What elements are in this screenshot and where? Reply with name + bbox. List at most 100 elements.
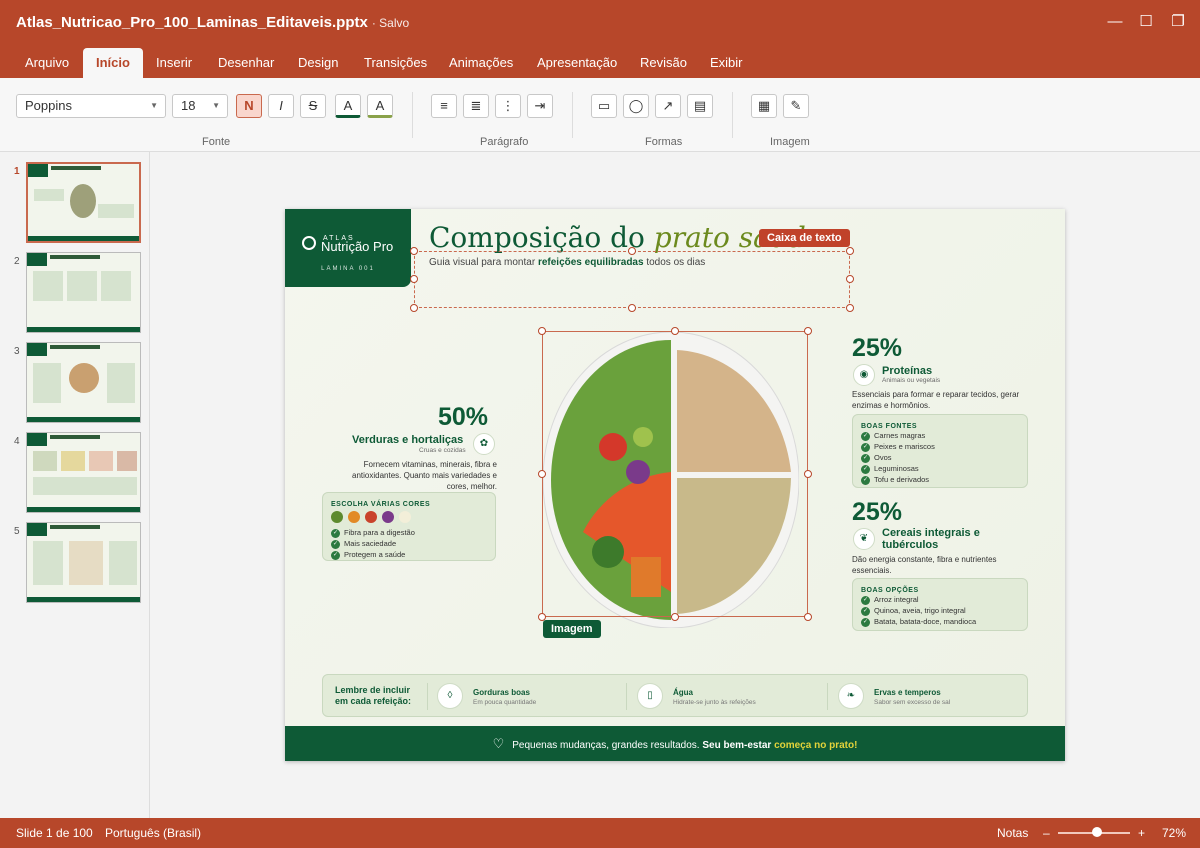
zoom-out-button[interactable]: –: [1043, 826, 1050, 840]
strikethrough-button[interactable]: S: [300, 94, 326, 118]
zoom-level[interactable]: 72%: [1162, 826, 1186, 840]
tip-title: Ervas e temperos: [874, 688, 941, 697]
brush-icon[interactable]: ✎: [783, 94, 809, 118]
check-icon: ✓: [861, 464, 870, 474]
list-item: ✓ Ovos: [861, 453, 892, 463]
carb-card: BOAS OPÇÕES ✓ Arroz integral ✓ Quinoa, ave…: [852, 578, 1028, 631]
resize-handle[interactable]: [628, 304, 636, 312]
heart-icon: ♡: [492, 736, 505, 751]
list-item: ✓ Arroz integral: [861, 595, 919, 605]
list-item: ✓ Tofu e derivados: [861, 475, 930, 485]
resize-handle[interactable]: [846, 304, 854, 312]
veg-card-title: ESCOLHA VÁRIAS CORES: [331, 501, 431, 508]
resize-handle[interactable]: [804, 327, 812, 335]
font-size-select[interactable]: 18 ▼: [172, 94, 228, 118]
resize-handle[interactable]: [804, 470, 812, 478]
divider: [427, 683, 428, 710]
carb-desc: Dão energia constante, fibra e nutriente…: [852, 555, 997, 575]
list-item: ✓ Protegem a saúde: [331, 550, 406, 560]
check-icon: ✓: [331, 539, 340, 549]
tab-apresentacao[interactable]: Apresentação: [524, 48, 630, 78]
resize-handle[interactable]: [628, 247, 636, 255]
check-icon: ✓: [331, 528, 340, 538]
brand-logo: ATLAS Nutrição Pro LÂMINA 001: [285, 209, 411, 287]
slide-footer: ♡ Pequenas mudanças, grandes resultados. …: [285, 726, 1065, 761]
title-bar: Atlas_Nutricao_Pro_100_Laminas_Editaveis…: [0, 0, 1200, 46]
slide-title[interactable]: Composição do prato saud: [429, 221, 806, 254]
more-options-icon[interactable]: ⋮: [495, 94, 521, 118]
image-icon[interactable]: ▦: [751, 94, 777, 118]
maximize-button[interactable]: ☐: [1135, 11, 1157, 33]
circle-icon[interactable]: ◯: [623, 94, 649, 118]
tab-exibir[interactable]: Exibir: [697, 48, 756, 78]
textbox-selection[interactable]: [414, 251, 850, 308]
slide-thumbnail-2[interactable]: [26, 252, 141, 333]
ribbon-divider: [412, 92, 413, 138]
list-item: ✓ Leguminosas: [861, 464, 919, 474]
italic-button[interactable]: I: [268, 94, 294, 118]
group-label-imagem: Imagem: [770, 136, 810, 148]
resize-handle[interactable]: [846, 275, 854, 283]
slide-thumbnail-3[interactable]: [26, 342, 141, 423]
slide-thumbnail-5[interactable]: [26, 522, 141, 603]
bullets-icon[interactable]: ≡: [431, 94, 457, 118]
zoom-slider-handle[interactable]: [1092, 827, 1102, 837]
tab-revisao[interactable]: Revisão: [627, 48, 700, 78]
ribbon-tabs: Arquivo Início Inserir Desenhar Design T…: [0, 46, 1200, 78]
list-item: ✓ Peixes e mariscos: [861, 442, 935, 452]
slide[interactable]: ATLAS Nutrição Pro LÂMINA 001 Composição…: [285, 209, 1065, 761]
check-icon: ✓: [861, 475, 870, 485]
font-color-button[interactable]: A: [335, 94, 361, 118]
thumb-number: 1: [14, 166, 20, 177]
resize-handle[interactable]: [410, 275, 418, 283]
color-dot: [399, 511, 411, 523]
rectangle-icon[interactable]: ▭: [591, 94, 617, 118]
notes-button[interactable]: Notas: [997, 826, 1028, 840]
veg-card: ESCOLHA VÁRIAS CORES ✓ Fibra para a diges…: [322, 492, 496, 561]
carb-title: Cereais integrais e tubérculos: [882, 527, 980, 551]
zoom-in-button[interactable]: +: [1138, 826, 1145, 840]
bold-button[interactable]: N: [236, 94, 262, 118]
indent-icon[interactable]: ⇥: [527, 94, 553, 118]
list-item: ✓ Mais saciedade: [331, 539, 397, 549]
frame-icon[interactable]: ▤: [687, 94, 713, 118]
tab-arquivo[interactable]: Arquivo: [12, 48, 82, 78]
chevron-down-icon: ▼: [150, 101, 158, 110]
highlight-button[interactable]: A: [367, 94, 393, 118]
tab-transicoes[interactable]: Transições: [351, 48, 440, 78]
leaf-icon: [302, 236, 316, 250]
font-family-select[interactable]: Poppins ▼: [16, 94, 166, 118]
list-item: ✓ Batata, batata-doce, mandioca: [861, 617, 977, 627]
resize-handle[interactable]: [538, 470, 546, 478]
tab-desenhar[interactable]: Desenhar: [205, 48, 287, 78]
resize-handle[interactable]: [804, 613, 812, 621]
protein-card-title: BOAS FONTES: [861, 423, 918, 430]
veg-percent: 50%: [438, 403, 489, 431]
slide-thumbnail-1[interactable]: [26, 162, 141, 243]
tab-animacoes[interactable]: Animações: [436, 48, 526, 78]
minimize-button[interactable]: —: [1104, 11, 1126, 33]
slide-thumbnail-4[interactable]: [26, 432, 141, 513]
tab-design[interactable]: Design: [285, 48, 351, 78]
resize-handle[interactable]: [671, 613, 679, 621]
resize-handle[interactable]: [538, 327, 546, 335]
thumb-number: 3: [14, 346, 20, 357]
file-name: Atlas_Nutricao_Pro_100_Laminas_Editaveis…: [16, 14, 410, 31]
resize-handle[interactable]: [846, 247, 854, 255]
protein-sub: Animais ou vegetais: [882, 377, 941, 384]
numbering-icon[interactable]: ≣: [463, 94, 489, 118]
tip-sub: Em pouca quantidade: [473, 699, 537, 706]
tab-inicio[interactable]: Início: [83, 48, 143, 78]
tab-inserir[interactable]: Inserir: [143, 48, 205, 78]
image-selection[interactable]: [542, 331, 808, 617]
resize-handle[interactable]: [410, 304, 418, 312]
resize-handle[interactable]: [671, 327, 679, 335]
broccoli-icon: ✿: [473, 433, 495, 455]
resize-handle[interactable]: [410, 247, 418, 255]
restore-button[interactable]: ❐: [1167, 11, 1189, 33]
status-bar: Slide 1 de 100 Português (Brasil) Notas …: [0, 818, 1200, 848]
tip-sub: Hidrate-se junto às refeições: [673, 699, 756, 706]
slide-thumbnails-panel: 1 2 3 4 5: [0, 152, 150, 818]
arrow-icon[interactable]: ↗: [655, 94, 681, 118]
language-indicator[interactable]: Português (Brasil): [105, 826, 201, 840]
